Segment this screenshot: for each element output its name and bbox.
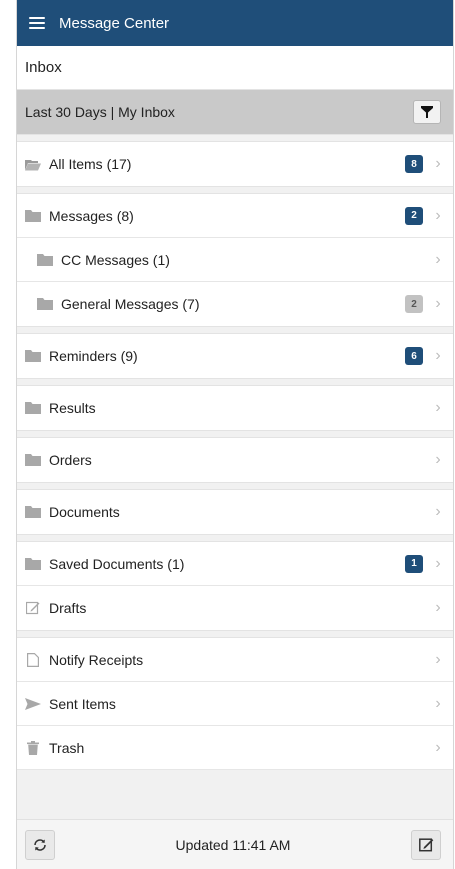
section-gap [17, 186, 453, 194]
folder-icon [25, 401, 41, 415]
document-icon [25, 652, 41, 667]
compose-icon [418, 838, 433, 852]
folder-icon [25, 209, 41, 223]
unread-badge: 1 [405, 554, 423, 573]
folder-label: Orders [49, 452, 92, 468]
chevron-right-icon: › [435, 399, 441, 416]
folder-messages[interactable]: Messages (8) 2 › [17, 194, 453, 238]
folder-label: Messages (8) [49, 207, 134, 224]
folder-label: Reminders (9) [49, 348, 138, 364]
section-gap [17, 326, 453, 334]
chevron-right-icon: › [435, 155, 441, 172]
chevron-right-icon: › [435, 206, 441, 224]
pencil-square-icon [25, 601, 41, 615]
header-title: Message Center [59, 14, 170, 32]
folder-all-items[interactable]: All Items (17) 8 › [17, 142, 453, 186]
folder-cc-messages[interactable]: CC Messages (1) › [17, 238, 453, 282]
folder-label: All Items (17) [49, 156, 132, 172]
unread-badge: 2 [405, 295, 423, 313]
chevron-right-icon: › [435, 347, 441, 364]
section-gap [17, 482, 453, 490]
folder-icon [25, 505, 41, 519]
folder-icon [37, 253, 53, 267]
empty-area [17, 770, 453, 819]
folder-trash[interactable]: Trash › [17, 726, 453, 770]
unread-badge: 8 [405, 155, 423, 173]
folder-label: Notify Receipts [49, 651, 144, 668]
chevron-right-icon: › [435, 250, 441, 268]
section-gap [17, 134, 453, 142]
chevron-right-icon: › [435, 650, 441, 668]
filter-label: Last 30 Days | My Inbox [25, 104, 175, 120]
folder-icon [37, 297, 53, 311]
folder-general-messages[interactable]: General Messages (7) 2 › [17, 282, 453, 326]
filter-bar: Last 30 Days | My Inbox [17, 90, 453, 134]
folder-icon [25, 349, 41, 363]
folder-label: Results [49, 400, 96, 416]
folder-open-icon [25, 157, 41, 171]
folder-saved-documents[interactable]: Saved Documents (1) 1 › [17, 542, 453, 586]
compose-button[interactable] [411, 829, 441, 860]
unread-badge: 2 [405, 206, 423, 225]
folder-label: Drafts [49, 600, 87, 616]
chevron-right-icon: › [435, 503, 441, 520]
last-updated-text: Updated 11:41 AM [175, 836, 291, 853]
folder-orders[interactable]: Orders › [17, 438, 453, 482]
page-title: Inbox [17, 46, 453, 90]
folder-results[interactable]: Results › [17, 386, 453, 430]
hamburger-icon[interactable] [29, 17, 45, 29]
section-gap [17, 630, 453, 638]
section-gap [17, 430, 453, 438]
folder-notify-receipts[interactable]: Notify Receipts › [17, 638, 453, 682]
app-header: Message Center [17, 0, 453, 46]
message-center-screen: Message Center Inbox Last 30 Days | My I… [16, 0, 454, 869]
folder-label: Sent Items [49, 695, 116, 712]
folder-label: Trash [49, 739, 85, 756]
refresh-icon [34, 838, 46, 851]
chevron-right-icon: › [435, 599, 441, 616]
folder-label: Saved Documents (1) [49, 555, 185, 572]
folder-label: General Messages (7) [61, 296, 200, 312]
folder-label: Documents [49, 504, 120, 520]
chevron-right-icon: › [435, 738, 441, 756]
folder-reminders[interactable]: Reminders (9) 6 › [17, 334, 453, 378]
footer-toolbar: Updated 11:41 AM [17, 819, 453, 869]
filter-button[interactable] [413, 100, 441, 124]
filter-icon [421, 106, 433, 118]
unread-badge: 6 [405, 347, 423, 365]
chevron-right-icon: › [435, 694, 441, 712]
chevron-right-icon: › [435, 554, 441, 572]
chevron-right-icon: › [435, 451, 441, 468]
trash-icon [25, 740, 41, 755]
folder-icon [25, 453, 41, 467]
folder-drafts[interactable]: Drafts › [17, 586, 453, 630]
chevron-right-icon: › [435, 295, 441, 312]
folder-icon [25, 557, 41, 571]
folder-sent-items[interactable]: Sent Items › [17, 682, 453, 726]
send-icon [25, 697, 41, 711]
folder-label: CC Messages (1) [61, 251, 170, 268]
refresh-button[interactable] [25, 829, 55, 860]
section-gap [17, 534, 453, 542]
folder-documents[interactable]: Documents › [17, 490, 453, 534]
section-gap [17, 378, 453, 386]
